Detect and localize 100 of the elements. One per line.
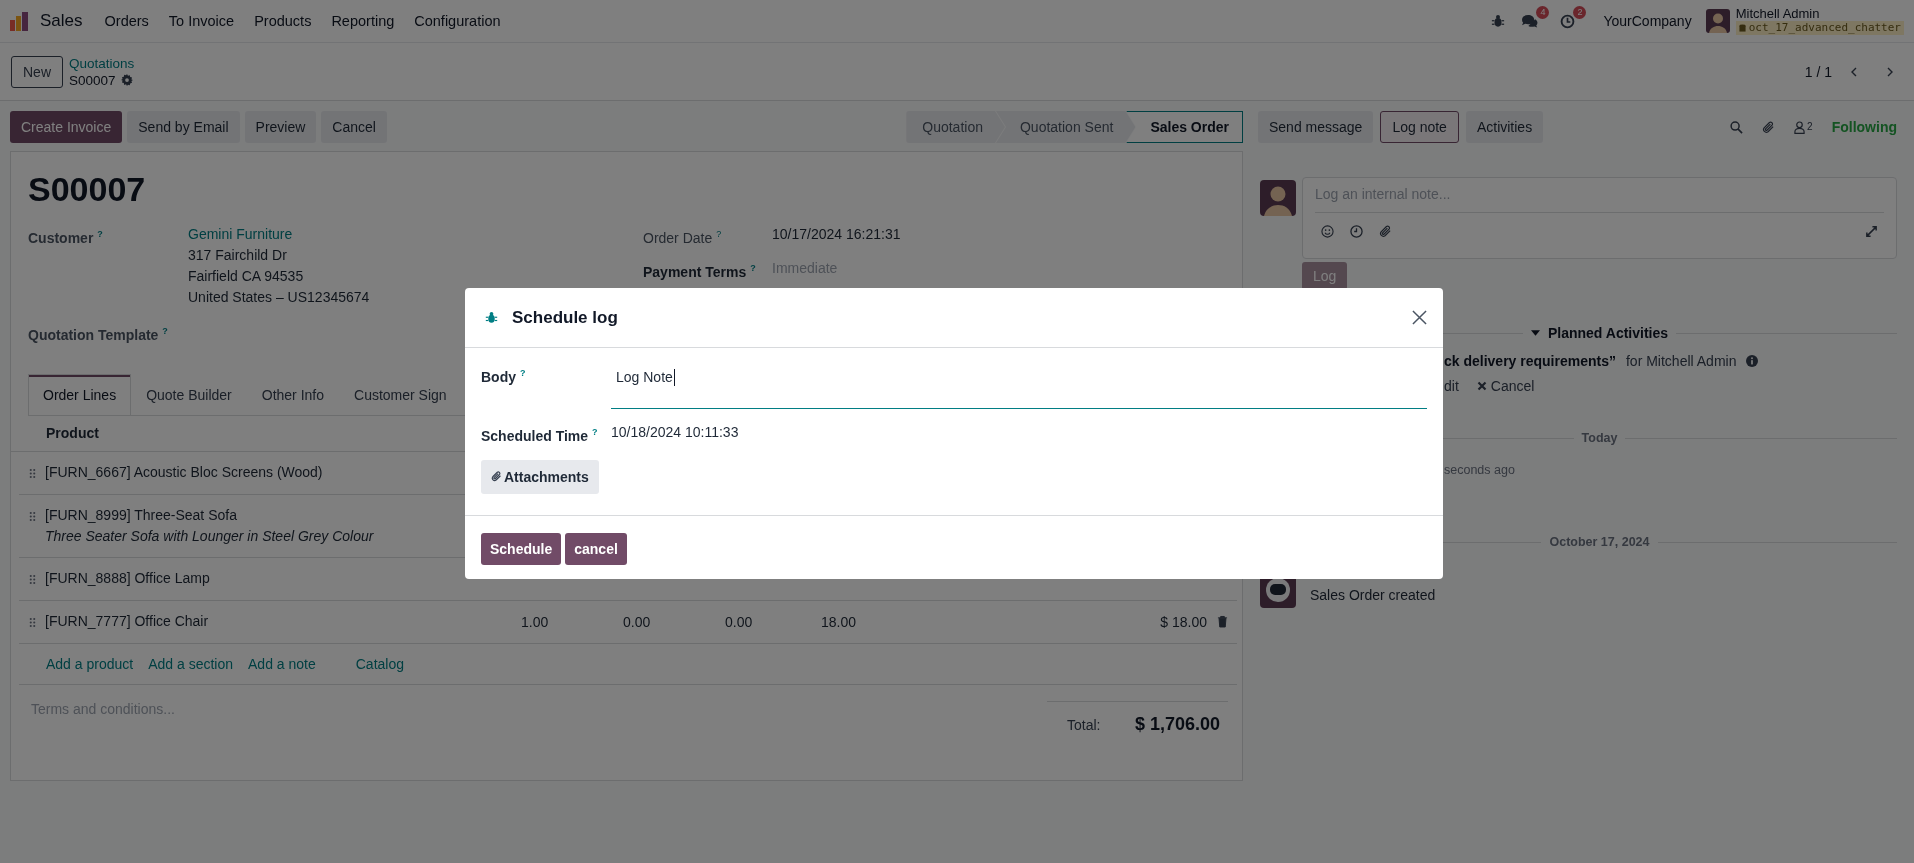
product-name: [FURN_8888] Office Lamp [45,568,210,588]
status-stage[interactable]: Sales Order [1126,111,1243,143]
bug-icon[interactable] [1491,14,1506,28]
attachments-button[interactable]: Attachments [481,459,599,494]
drag-handle-icon[interactable] [28,510,36,522]
dialog-button[interactable]: cancel [565,533,627,565]
action-button[interactable]: Preview [244,111,317,143]
dialog-title: Schedule log [512,307,618,328]
app-name[interactable]: Sales [40,11,83,31]
product-name: [FURN_8999] Three-Seat Sofa [45,505,237,525]
status-stage[interactable]: Quotation [906,111,1005,143]
message-time: seconds ago [1444,463,1515,477]
subtotal-cell: $ 18.00 [1160,613,1207,630]
field-label: Customer $^{?}$ [28,228,104,248]
product-name: [FURN_6667] Acoustic Bloc Screens (Wood) [45,462,323,482]
notification-badge: 4 [1536,5,1550,19]
dialog-button[interactable]: Schedule [481,533,562,565]
field-label: Quotation Template $^{?}$ [28,325,169,345]
menu-item[interactable]: Configuration [414,13,501,29]
drag-handle-icon[interactable] [28,616,36,628]
action-button[interactable]: Create Invoice [10,111,123,143]
gear-icon[interactable] [120,74,133,86]
chevron-left-icon [1849,66,1859,77]
close-icon [1476,381,1487,391]
message-text: Sales Order created [1310,586,1436,605]
new-button[interactable]: New [11,55,63,88]
field-label: Body $^{?}$ [481,367,527,387]
body-input[interactable]: Log Note [611,362,1427,409]
breadcrumb-link[interactable]: Quotations [69,54,135,72]
form-tab[interactable]: Customer Sign [339,373,462,415]
user-name[interactable]: Mitchell Admin [1735,7,1904,21]
drag-handle-icon[interactable] [28,467,36,479]
form-tab[interactable]: Other Info [246,373,340,415]
record-name: S00007 [69,71,116,89]
date-separator: October 17, 2024 [1549,535,1650,549]
planned-activities-header[interactable]: Planned Activities [1547,325,1669,341]
action-button[interactable]: Send by Email [127,111,240,143]
paperclip-icon[interactable] [1762,120,1776,134]
notification-badge: 2 [1573,5,1587,19]
edit-link[interactable]: dit [1444,378,1459,394]
company-name[interactable]: YourCompany [1603,13,1692,29]
follower-icon[interactable] [1794,120,1806,134]
record-title: S00007 [28,169,147,209]
chatter-button[interactable]: Send message [1258,111,1374,143]
product-name: [FURN_7777] Office Chair [45,611,209,631]
menu-item[interactable]: To Invoice [168,13,235,29]
table-cell-text: 1.00 [521,613,550,630]
column-header: Product [46,425,99,442]
user-avatar-icon[interactable] [1705,9,1730,33]
app-logo-icon[interactable] [9,10,31,32]
following-button[interactable]: Following [1831,119,1897,135]
chatter-button[interactable]: Log note [1380,111,1459,143]
add-line-link[interactable]: Add a section [148,655,233,672]
activity-assignee: for Mitchell Admin [1626,353,1737,369]
caret-icon[interactable] [1530,330,1540,336]
drag-handle-icon[interactable] [28,573,36,585]
paperclip-icon[interactable] [1379,225,1392,238]
expand-icon[interactable] [1865,225,1878,238]
field-label: Payment Terms $^{?}$ [643,262,757,282]
field-label: Scheduled Time $^{?}$ [481,426,599,446]
close-icon[interactable] [1412,310,1427,325]
info-icon[interactable] [1746,355,1759,367]
chevron-right-icon [1885,66,1895,77]
menu-item[interactable]: Products [254,13,312,29]
address-line: Fairfield CA 94535 [188,267,305,286]
pager-value: 1 / 1 [1804,63,1832,80]
menu-item[interactable]: Reporting [331,13,395,29]
address-line: United States – US12345674 [188,288,370,307]
add-line-link[interactable]: Add a product [46,655,134,672]
bug-icon [485,311,498,324]
field-label: Order Date $^{?}$ [643,228,723,248]
user-avatar-icon [1260,180,1296,216]
scheduled-time-value[interactable]: 10/18/2024 10:11:33 [611,421,739,447]
menu-item[interactable]: Orders [104,13,149,29]
add-line-link[interactable]: Add a note [248,655,316,672]
field-value: 10/17/2024 16:21:31 [772,225,901,244]
form-tab[interactable]: Quote Builder [131,373,247,415]
chat-icon[interactable] [1521,13,1539,29]
clock-icon[interactable] [1560,13,1576,29]
form-tab[interactable]: Order Lines [28,373,132,415]
total-amount: $ 1,706.00 [1134,714,1220,736]
trash-icon[interactable] [1216,615,1228,629]
paperclip-icon [491,471,502,483]
customer-link[interactable]: Gemini Furniture [188,224,370,245]
add-line-link[interactable]: Catalog [355,655,404,672]
table-cell-text: 18.00 [821,613,858,630]
chatter-button[interactable]: Activities [1465,111,1544,143]
date-separator: Today [1581,431,1618,445]
table-cell-text: 0.00 [623,613,652,630]
status-stage[interactable]: Quotation Sent [996,111,1136,143]
action-button[interactable]: Cancel [321,111,387,143]
total-label: Total: [1067,716,1101,733]
emoji-icon[interactable] [1321,225,1334,238]
activity-summary: ck delivery requirements” [1444,353,1616,369]
database-badge: oct_17_advanced_chatter [1735,21,1904,35]
search-icon[interactable] [1730,120,1744,134]
table-cell-text: 0.00 [725,613,754,630]
address-line: 317 Fairchild Dr [188,246,288,265]
cancel-activity-link[interactable]: Cancel [1476,378,1535,394]
clock-icon[interactable] [1350,225,1363,238]
